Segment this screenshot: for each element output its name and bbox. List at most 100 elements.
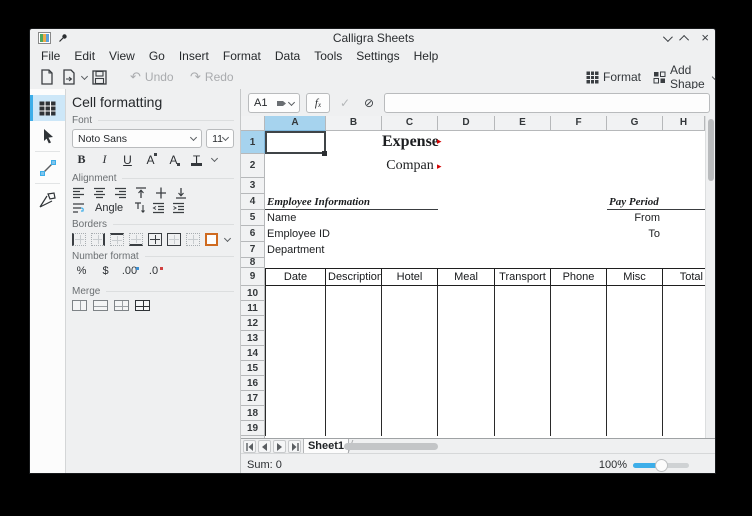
row-header[interactable]: 3 <box>241 178 265 194</box>
column-header-e[interactable]: E <box>495 116 551 131</box>
vertical-text-icon[interactable] <box>133 202 145 214</box>
border-none-button[interactable] <box>186 233 200 246</box>
maximize-button[interactable] <box>682 29 689 47</box>
selection-border-a1[interactable] <box>265 131 326 154</box>
cell-g9-header[interactable]: Misc <box>606 268 663 286</box>
cell-b9-header[interactable]: Description <box>325 268 382 286</box>
merge-cells-button[interactable] <box>72 300 87 311</box>
align-center-vertical-icon[interactable] <box>155 187 167 199</box>
horizontal-scrollbar-thumb[interactable] <box>344 443 438 450</box>
border-color-chevron[interactable] <box>224 235 231 242</box>
merge-vertical-button[interactable] <box>114 300 129 311</box>
connector-tool-button[interactable] <box>30 155 65 181</box>
font-color-chevron[interactable] <box>211 155 218 162</box>
next-sheet-button[interactable] <box>273 440 286 453</box>
increase-precision-button[interactable]: .00 <box>120 265 139 281</box>
cell-d9-header[interactable]: Meal <box>437 268 495 286</box>
column-header-g[interactable]: G <box>607 116 663 131</box>
cell-g5-from[interactable]: From <box>607 212 660 224</box>
currency-format-button[interactable]: $ <box>96 265 115 281</box>
column-header-b[interactable]: B <box>326 116 382 131</box>
cell-reference-box[interactable]: A1 <box>248 93 300 113</box>
border-color-button[interactable] <box>205 233 218 246</box>
cell-c2-company[interactable]: Compan <box>382 158 438 174</box>
border-bottom-button[interactable] <box>129 233 143 246</box>
indent-increase-icon[interactable] <box>172 202 185 214</box>
align-center-horizontal-icon[interactable] <box>93 187 106 199</box>
indent-decrease-icon[interactable] <box>152 202 165 214</box>
cell-c1-expense-title[interactable]: Expense <box>382 133 438 151</box>
menu-settings[interactable]: Settings <box>349 47 406 65</box>
menu-insert[interactable]: Insert <box>172 47 216 65</box>
cell-a7-department[interactable]: Department <box>267 244 324 256</box>
new-document-button[interactable] <box>40 68 54 86</box>
vertical-scrollbar-thumb[interactable] <box>708 119 714 181</box>
dissociate-cells-button[interactable] <box>135 300 150 311</box>
add-shape-button[interactable]: Add Shape <box>653 68 716 86</box>
close-button[interactable]: × <box>701 31 709 45</box>
superscript-button[interactable]: A <box>141 151 160 168</box>
save-button[interactable] <box>92 68 107 86</box>
cell-tool-button[interactable] <box>30 95 65 121</box>
minimize-button[interactable] <box>663 29 670 47</box>
underline-button[interactable]: U <box>118 151 137 168</box>
last-sheet-button[interactable] <box>288 440 301 453</box>
cell-a4-employee-information[interactable]: Employee Information <box>265 194 438 210</box>
cells-layer[interactable]: Expense ▸ Compan ▸ Employee Information … <box>265 131 705 438</box>
row-header[interactable]: 17 <box>241 391 265 406</box>
row-header[interactable]: 2 <box>241 154 265 178</box>
cancel-button[interactable]: ⊘ <box>359 93 379 113</box>
menu-format[interactable]: Format <box>216 47 268 65</box>
menu-tools[interactable]: Tools <box>307 47 349 65</box>
row-header[interactable]: 12 <box>241 316 265 331</box>
calligraphy-tool-button[interactable] <box>30 187 65 213</box>
zoom-slider[interactable] <box>633 463 689 468</box>
selection-fill-handle[interactable] <box>322 151 327 156</box>
row-header[interactable]: 19 <box>241 421 265 436</box>
menu-data[interactable]: Data <box>268 47 307 65</box>
row-header[interactable]: 11 <box>241 301 265 316</box>
border-left-button[interactable] <box>72 233 86 246</box>
row-header[interactable]: 15 <box>241 361 265 376</box>
add-shape-chevron[interactable] <box>712 73 716 79</box>
cell-g6-to[interactable]: To <box>607 228 660 240</box>
cell-c9-header[interactable]: Hotel <box>381 268 438 286</box>
border-top-button[interactable] <box>110 233 124 246</box>
cell-a9-header[interactable]: Date <box>265 268 326 286</box>
border-all-button[interactable] <box>148 233 162 246</box>
accept-button[interactable]: ✓ <box>335 93 355 113</box>
row-header[interactable]: 10 <box>241 286 265 301</box>
column-header-c[interactable]: C <box>382 116 438 131</box>
previous-sheet-button[interactable] <box>258 440 271 453</box>
bold-button[interactable]: B <box>72 151 91 168</box>
menu-view[interactable]: View <box>102 47 142 65</box>
subscript-button[interactable]: A <box>164 151 183 168</box>
column-header-a[interactable]: A <box>265 116 326 131</box>
open-recent-chevron[interactable] <box>81 72 88 79</box>
first-sheet-button[interactable] <box>243 440 256 453</box>
border-right-button[interactable] <box>91 233 105 246</box>
formula-input[interactable] <box>384 93 710 113</box>
row-header[interactable]: 18 <box>241 406 265 421</box>
cell-e9-header[interactable]: Transport <box>494 268 551 286</box>
merge-horizontal-button[interactable] <box>93 300 108 311</box>
open-document-button[interactable] <box>62 68 87 86</box>
row-header[interactable]: 5 <box>241 210 265 226</box>
row-header[interactable]: 14 <box>241 346 265 361</box>
font-size-select[interactable]: 11 <box>206 129 234 148</box>
row-header[interactable]: 9 <box>241 268 265 286</box>
function-button[interactable]: fx <box>306 93 330 113</box>
align-left-icon[interactable] <box>72 187 85 199</box>
cell-h9-header[interactable]: Total <box>662 268 705 286</box>
column-header-h[interactable]: H <box>663 116 705 131</box>
menu-help[interactable]: Help <box>407 47 446 65</box>
row-header[interactable]: 13 <box>241 331 265 346</box>
redo-button[interactable]: ↷ Redo <box>190 68 234 86</box>
menu-go[interactable]: Go <box>142 47 172 65</box>
border-outline-button[interactable] <box>167 233 181 246</box>
font-family-select[interactable]: Noto Sans <box>72 129 202 148</box>
align-right-icon[interactable] <box>114 187 127 199</box>
cell-reference-chevron[interactable] <box>288 98 295 105</box>
percent-format-button[interactable]: % <box>72 265 91 281</box>
decrease-precision-button[interactable]: .0 <box>144 265 163 281</box>
